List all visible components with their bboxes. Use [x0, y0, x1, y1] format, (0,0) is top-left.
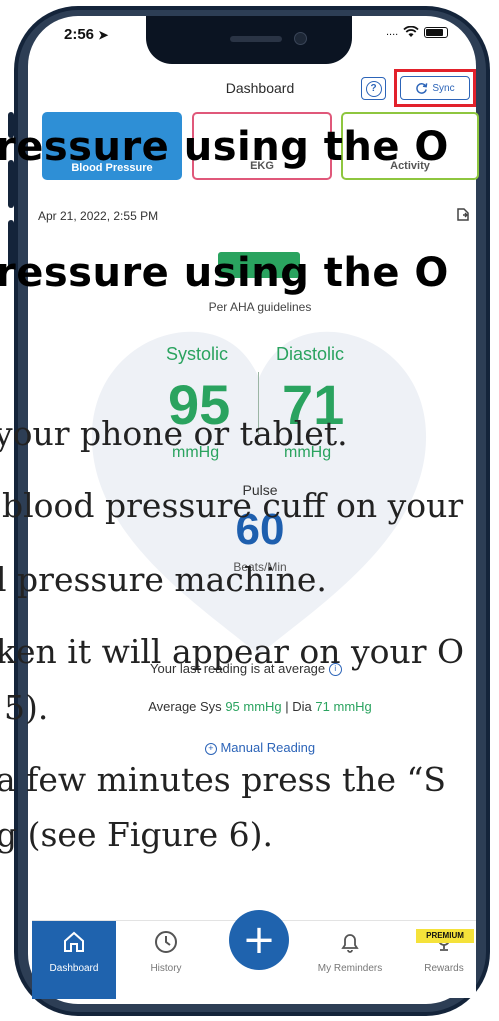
overlay-line-2: blood pressure cuff on your [2, 486, 464, 525]
battery-icon [424, 26, 449, 38]
wifi-icon [403, 26, 419, 37]
premium-badge: PREMIUM [416, 929, 474, 943]
diastolic-label: Diastolic [276, 344, 345, 364]
nav-history[interactable]: History [124, 921, 208, 999]
plus-circle-icon: + [204, 742, 217, 755]
overlay-line-7: g (see Figure 6). [0, 815, 273, 854]
status-indicators: .... [386, 26, 449, 38]
average-prefix: Average Sys [148, 699, 222, 714]
question-icon: ? [365, 80, 382, 97]
refresh-icon [416, 82, 428, 94]
nav-history-label: History [150, 963, 182, 974]
bell-icon [341, 934, 359, 953]
share-icon[interactable] [456, 206, 470, 226]
manual-reading-label: Manual Reading [220, 740, 316, 755]
overlay-line-3: l pressure machine. [0, 560, 327, 599]
nav-my-reminders[interactable]: My Reminders [308, 921, 392, 999]
overlay-line-4: ken it will appear on your O [0, 632, 465, 671]
help-button[interactable]: ? [361, 77, 386, 100]
nav-dashboard-label: Dashboard [49, 963, 99, 974]
nav-my-reminders-label: My Reminders [317, 963, 383, 974]
overlay-line-5: 5). [4, 688, 49, 727]
status-time: 2:56 ➤ [64, 26, 109, 43]
clock-icon [155, 931, 177, 953]
overlay-line-1: your phone or tablet. [0, 414, 348, 453]
average-dia-value: 71 mmHg [315, 699, 372, 714]
plus-icon: + [242, 917, 276, 963]
phone-notch [146, 16, 352, 64]
add-reading-button[interactable]: + [229, 910, 289, 970]
average-separator: | Dia [285, 699, 312, 714]
overlay-heading-2: ressure using the O [0, 250, 449, 296]
location-arrow-icon: ➤ [98, 28, 109, 42]
sync-button[interactable]: Sync [400, 76, 470, 100]
front-camera [294, 32, 307, 45]
average-sys-value: 95 mmHg [225, 699, 282, 714]
average-line: Average Sys 95 mmHg | Dia 71 mmHg [0, 699, 499, 714]
reading-date: Apr 21, 2022, 2:55 PM [38, 209, 159, 223]
home-icon [64, 931, 84, 952]
nav-dashboard[interactable]: Dashboard [32, 921, 116, 999]
overlay-heading-1: ressure using the O [0, 124, 449, 170]
nav-rewards-label: Rewards [424, 963, 464, 974]
manual-reading-button[interactable]: + Manual Reading [0, 740, 499, 755]
overlay-line-6: a few minutes press the “S [0, 760, 447, 799]
earpiece-speaker [230, 36, 282, 42]
systolic-label: Systolic [166, 344, 229, 364]
signal-dots: .... [386, 26, 399, 38]
sync-label: Sync [432, 82, 455, 94]
